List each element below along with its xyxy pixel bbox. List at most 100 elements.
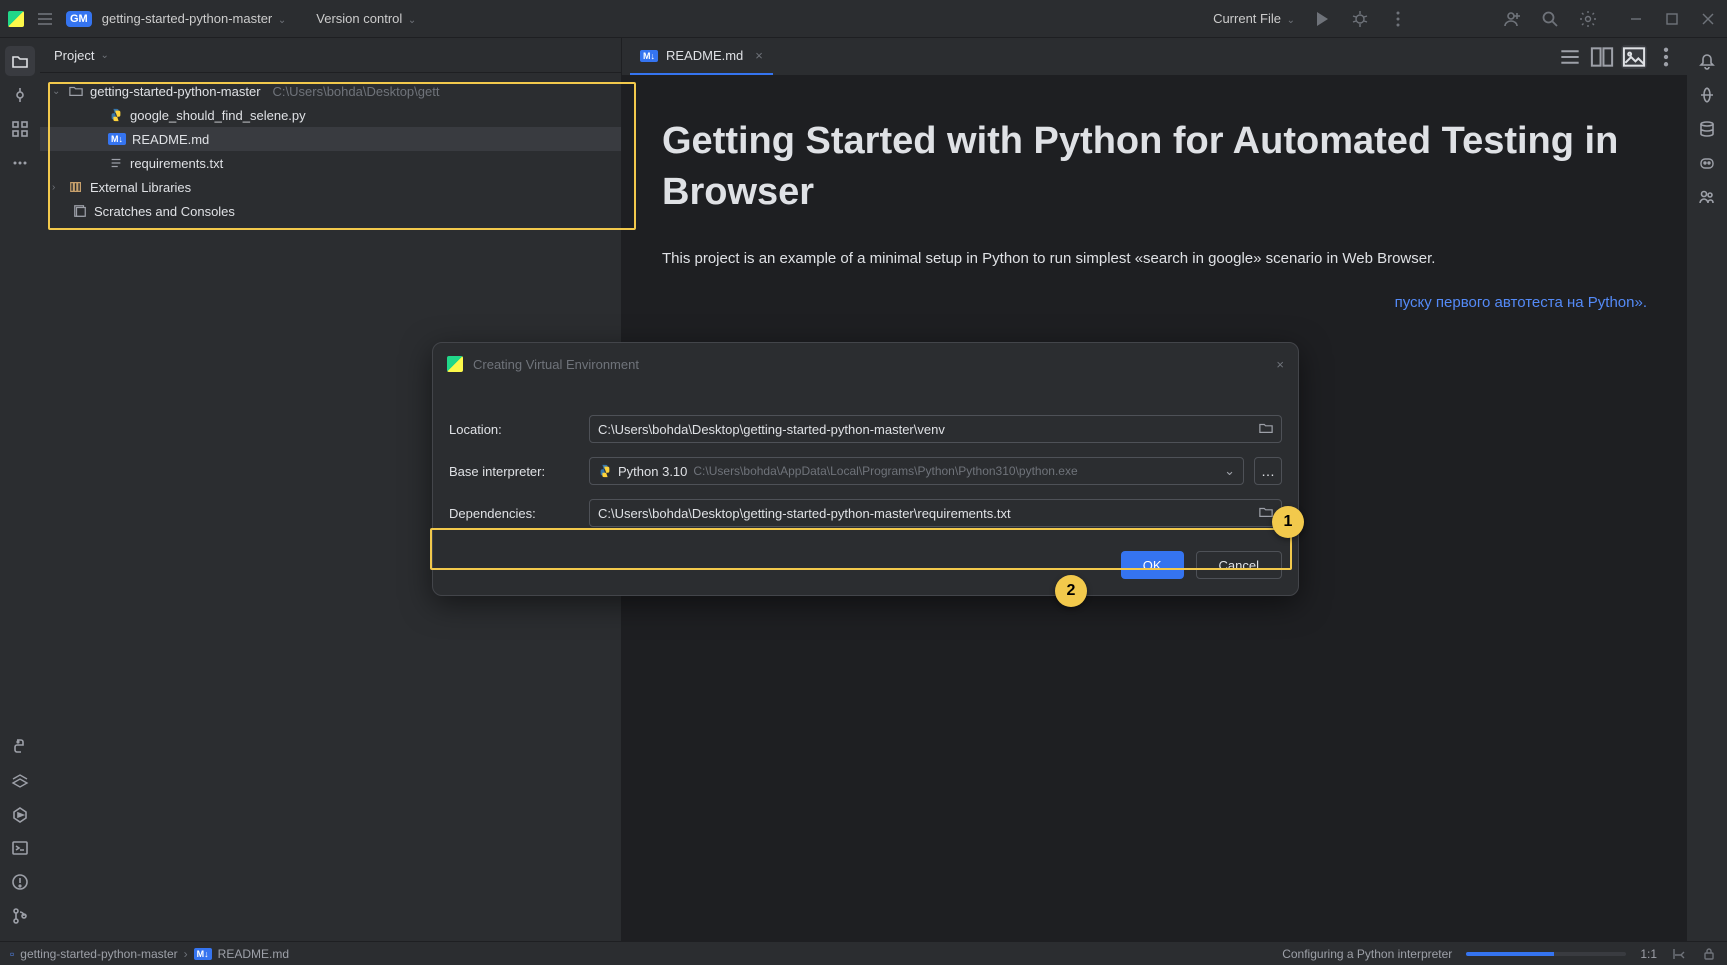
services-icon[interactable] <box>5 799 35 829</box>
close-tab-icon[interactable]: × <box>755 48 763 63</box>
chevron-down-icon: ⌄ <box>1224 463 1235 479</box>
problems-icon[interactable] <box>5 867 35 897</box>
scratches-icon <box>72 203 88 219</box>
settings-icon[interactable] <box>1577 8 1599 30</box>
interpreter-label: Base interpreter: <box>449 464 579 479</box>
project-panel-header[interactable]: Project ⌄ <box>40 38 621 73</box>
version-control-dropdown[interactable]: Version control ⌄ <box>316 11 416 26</box>
titlebar: GM getting-started-python-master ⌄ Versi… <box>0 0 1727 38</box>
project-badge: GM <box>66 11 92 27</box>
more-icon[interactable] <box>1387 8 1409 30</box>
editor-tab[interactable]: M↓ README.md × <box>630 38 773 75</box>
venv-dialog: Creating Virtual Environment × Location:… <box>432 342 1299 596</box>
dependencies-label: Dependencies: <box>449 506 579 521</box>
dialog-title-text: Creating Virtual Environment <box>473 357 639 372</box>
dependencies-input[interactable]: C:\Users\bohda\Desktop\getting-started-p… <box>589 499 1282 527</box>
tree-item-label: Scratches and Consoles <box>94 204 235 219</box>
maximize-icon[interactable] <box>1661 8 1683 30</box>
main-menu-icon[interactable] <box>34 8 56 30</box>
notifications-icon[interactable] <box>1692 46 1722 76</box>
tree-root[interactable]: ⌄ getting-started-python-master C:\Users… <box>40 79 621 103</box>
tree-file-label: google_should_find_selene.py <box>130 108 306 123</box>
browse-folder-icon[interactable] <box>1259 421 1273 438</box>
run-icon[interactable] <box>1311 8 1333 30</box>
breadcrumb[interactable]: ▫ getting-started-python-master › M↓ REA… <box>10 947 289 961</box>
more-tools-icon[interactable] <box>5 148 35 178</box>
left-tool-strip <box>0 38 40 941</box>
editor-view-icon[interactable] <box>1557 45 1583 69</box>
annotation-callout: 2 <box>1055 575 1087 607</box>
code-with-me-icon[interactable] <box>1501 8 1523 30</box>
interpreter-path: C:\Users\bohda\AppData\Local\Programs\Py… <box>693 464 1077 478</box>
app-icon <box>8 11 24 27</box>
terminal-icon[interactable] <box>5 833 35 863</box>
chevron-down-icon: ⌄ <box>278 15 286 26</box>
git-icon[interactable] <box>5 901 35 931</box>
project-name-dropdown[interactable]: getting-started-python-master ⌄ <box>102 11 287 26</box>
location-input[interactable]: C:\Users\bohda\Desktop\getting-started-p… <box>589 415 1282 443</box>
location-label: Location: <box>449 422 579 437</box>
interpreter-browse-button[interactable]: … <box>1254 457 1282 485</box>
tree-external-libs[interactable]: › External Libraries <box>40 175 621 199</box>
right-tool-strip <box>1687 38 1727 941</box>
dependencies-row: Dependencies: C:\Users\bohda\Desktop\get… <box>449 499 1282 527</box>
project-tree: ⌄ getting-started-python-master C:\Users… <box>40 73 621 223</box>
md-heading: Getting Started with Python for Automate… <box>662 116 1647 219</box>
commit-tool-icon[interactable] <box>5 80 35 110</box>
cancel-button[interactable]: Cancel <box>1196 551 1282 579</box>
location-row: Location: C:\Users\bohda\Desktop\getting… <box>449 415 1282 443</box>
editor-tabbar: M↓ README.md × <box>622 38 1687 76</box>
chevron-down-icon: ⌄ <box>408 15 416 26</box>
readonly-icon[interactable] <box>1701 946 1717 962</box>
ai-assistant-icon[interactable] <box>1692 80 1722 110</box>
folder-icon <box>68 83 84 99</box>
app-icon <box>447 356 463 372</box>
md-paragraph: пуску первого автотеста на Python». <box>662 291 1647 315</box>
run-config-dropdown[interactable]: Current File ⌄ <box>1213 11 1295 26</box>
project-tool-icon[interactable] <box>5 46 35 76</box>
progress-bar <box>1466 952 1626 956</box>
python-console-icon[interactable] <box>5 731 35 761</box>
structure-tool-icon[interactable] <box>5 114 35 144</box>
chevron-down-icon: ⌄ <box>100 50 108 61</box>
tree-root-label: getting-started-python-master <box>90 84 261 99</box>
tree-file[interactable]: google_should_find_selene.py <box>40 103 621 127</box>
close-icon[interactable] <box>1697 8 1719 30</box>
text-file-icon <box>108 155 124 171</box>
statusbar: ▫ getting-started-python-master › M↓ REA… <box>0 941 1727 965</box>
minimize-icon[interactable] <box>1625 8 1647 30</box>
chevron-right-icon: › <box>52 182 62 193</box>
md-link[interactable]: пуску первого автотеста на Python». <box>1395 294 1647 311</box>
split-view-icon[interactable] <box>1589 45 1615 69</box>
md-paragraph: This project is an example of a minimal … <box>662 247 1647 271</box>
tree-scratches[interactable]: Scratches and Consoles <box>40 199 621 223</box>
tree-item-label: External Libraries <box>90 180 191 195</box>
debug-icon[interactable] <box>1349 8 1371 30</box>
dialog-titlebar: Creating Virtual Environment × <box>433 343 1298 385</box>
chevron-down-icon: ⌄ <box>52 86 62 97</box>
tree-file[interactable]: requirements.txt <box>40 151 621 175</box>
python-packages-icon[interactable] <box>5 765 35 795</box>
more-icon[interactable] <box>1653 45 1679 69</box>
tree-file-label: README.md <box>132 132 209 147</box>
database-icon[interactable] <box>1692 114 1722 144</box>
dialog-footer: OK Cancel <box>433 543 1298 595</box>
tab-label: README.md <box>666 48 743 63</box>
tree-file[interactable]: M↓ README.md <box>40 127 621 151</box>
collaborate-icon[interactable] <box>1692 182 1722 212</box>
interpreter-select[interactable]: Python 3.10 C:\Users\bohda\AppData\Local… <box>589 457 1244 485</box>
line-col-indicator[interactable]: 1:1 <box>1640 947 1657 961</box>
breadcrumb-segment: getting-started-python-master <box>20 947 177 961</box>
tree-file-label: requirements.txt <box>130 156 223 171</box>
search-icon[interactable] <box>1539 8 1561 30</box>
library-icon <box>68 179 84 195</box>
markdown-file-icon: M↓ <box>108 133 126 145</box>
copilot-icon[interactable] <box>1692 148 1722 178</box>
interpreter-row: Base interpreter: Python 3.10 C:\Users\b… <box>449 457 1282 485</box>
preview-view-icon[interactable] <box>1621 45 1647 69</box>
markdown-file-icon: M↓ <box>194 948 212 960</box>
close-icon[interactable]: × <box>1276 357 1284 372</box>
ok-button[interactable]: OK <box>1121 551 1184 579</box>
line-separator-icon[interactable] <box>1671 946 1687 962</box>
browse-folder-icon[interactable] <box>1259 505 1273 522</box>
